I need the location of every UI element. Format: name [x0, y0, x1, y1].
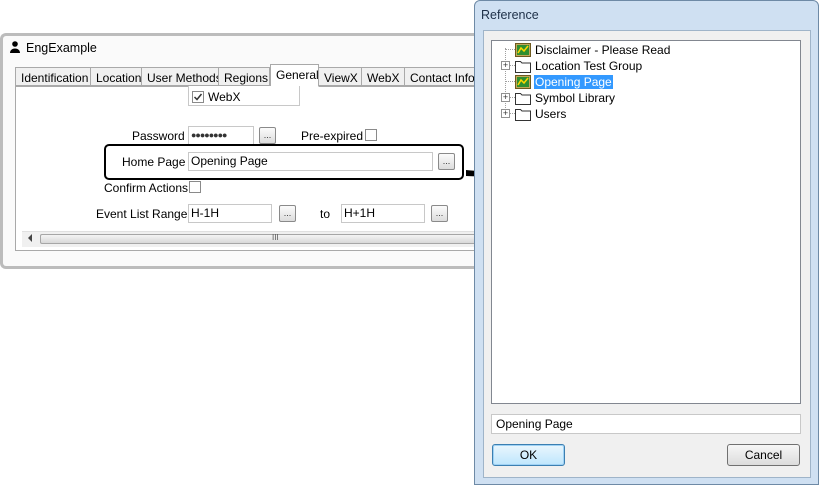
tab-viewx[interactable]: ViewX — [318, 67, 362, 86]
folder-icon — [515, 107, 531, 121]
tab-general[interactable]: General — [270, 64, 319, 87]
event-range-to-browse-button[interactable]: ... — [431, 205, 448, 222]
window-title: EngExample — [26, 41, 97, 55]
tab-identification[interactable]: Identification — [15, 67, 91, 86]
scroll-grip: III — [272, 233, 279, 242]
tab-contact-info[interactable]: Contact Infor — [404, 67, 475, 86]
checkmark-icon — [193, 93, 203, 101]
tree-item-location-test-group[interactable]: Location Test Group — [535, 59, 642, 73]
webx-option-box: WebX — [188, 86, 300, 106]
expand-icon[interactable]: + — [501, 109, 510, 118]
tab-regions[interactable]: Regions — [218, 67, 270, 86]
tab-webx[interactable]: WebX — [361, 67, 405, 86]
password-field[interactable]: ●●●●●●●● — [188, 126, 254, 145]
mimic-page-icon — [515, 43, 531, 57]
tree-item-users[interactable]: Users — [535, 107, 566, 121]
pre-expired-label: Pre-expired — [301, 129, 364, 143]
tab-user-methods[interactable]: User Methods — [141, 67, 219, 86]
tree-item-disclaimer[interactable]: Disclaimer - Please Read — [535, 43, 670, 57]
pre-expired-checkbox[interactable] — [365, 129, 377, 141]
home-page-label: Home Page — [122, 155, 186, 169]
confirm-actions-label: Confirm Actions — [104, 181, 189, 195]
tree-connector — [506, 49, 515, 51]
webx-checkbox-label: WebX — [208, 90, 241, 104]
tab-location[interactable]: Location — [90, 67, 142, 86]
event-range-from-field[interactable]: H-1H — [188, 204, 272, 223]
tree-connector — [506, 81, 515, 83]
home-page-field[interactable]: Opening Page — [188, 152, 433, 171]
scroll-thumb[interactable] — [40, 234, 475, 244]
event-range-to-field[interactable]: H+1H — [341, 204, 425, 223]
expand-icon[interactable]: + — [501, 93, 510, 102]
tree-item-symbol-library[interactable]: Symbol Library — [535, 91, 615, 105]
folder-icon — [515, 91, 531, 105]
confirm-actions-checkbox[interactable] — [189, 181, 201, 193]
cancel-button[interactable]: Cancel — [727, 444, 800, 466]
ok-button[interactable]: OK — [492, 444, 565, 466]
user-icon — [10, 41, 20, 53]
folder-icon — [515, 59, 531, 73]
scroll-left-arrow-icon[interactable] — [27, 234, 33, 242]
tree-item-opening-page[interactable]: Opening Page — [534, 75, 613, 89]
event-range-to-label: to — [320, 207, 331, 221]
password-browse-button[interactable]: ... — [259, 127, 276, 144]
password-label: Password — [132, 129, 185, 143]
expand-icon[interactable]: + — [501, 61, 510, 70]
home-page-browse-button[interactable]: ... — [438, 153, 455, 170]
event-list-range-label: Event List Range — [96, 207, 188, 221]
event-range-from-browse-button[interactable]: ... — [279, 205, 296, 222]
mimic-page-icon — [515, 75, 531, 89]
dialog-title: Reference — [481, 8, 539, 22]
webx-checkbox[interactable] — [192, 91, 204, 103]
selected-reference-field[interactable]: Opening Page — [491, 414, 801, 434]
